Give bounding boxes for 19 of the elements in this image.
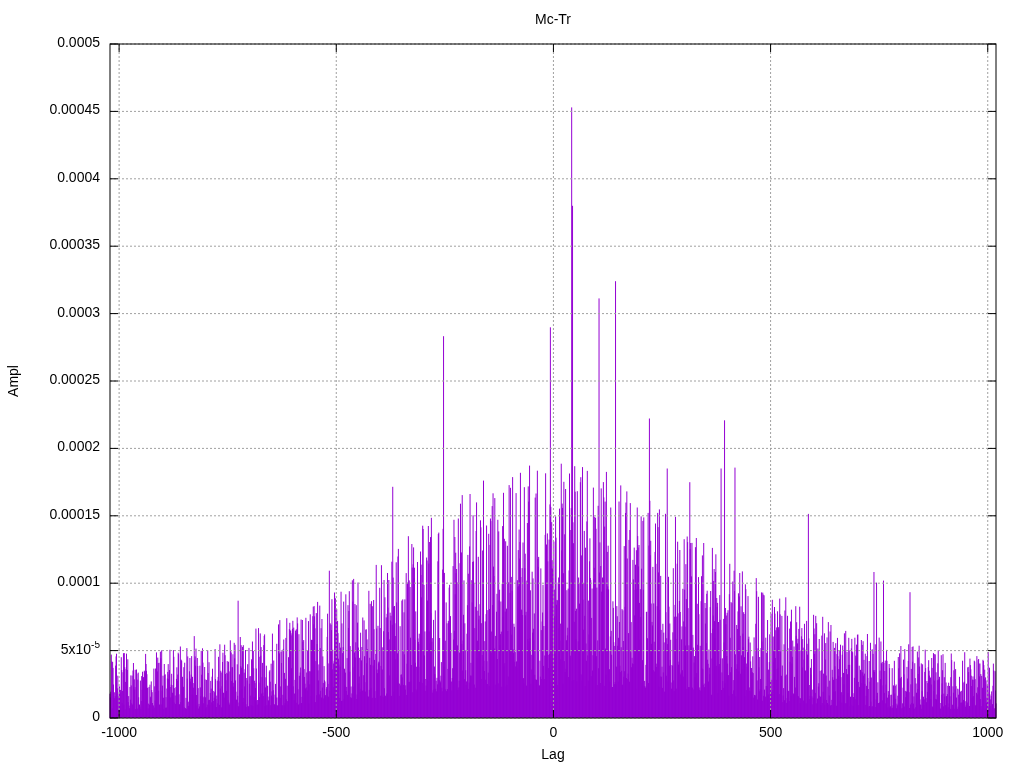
x-tick-label: 1000	[972, 724, 1004, 740]
y-tick-label: 0	[91, 708, 100, 724]
x-axis-label: Lag	[541, 746, 565, 762]
y-tick-label: 0.0004	[56, 168, 100, 185]
chart-title: Mc-Tr	[535, 11, 571, 27]
y-tick-label: 0.00045	[48, 101, 100, 118]
y-tick-label: 0.0005	[56, 34, 100, 50]
y-tick-label: 0.00025	[48, 371, 100, 387]
y-tick-label: 0.0002	[56, 438, 100, 455]
x-tick-label: -500	[322, 724, 351, 740]
y-tick-label: 0.0003	[56, 303, 100, 320]
x-tick-label: -1000	[101, 724, 138, 740]
y-tick-label: 5x10$^{-5}$	[59, 640, 100, 657]
x-tick-label: 0	[549, 724, 558, 740]
y-tick-label: 0.00035	[48, 236, 100, 253]
y-tick-label: 0.00015	[48, 505, 100, 522]
x-tick-label: 500	[758, 724, 783, 740]
y-tick-label: 0.0001	[56, 573, 100, 590]
y-axis-label: Ampl	[5, 365, 21, 397]
